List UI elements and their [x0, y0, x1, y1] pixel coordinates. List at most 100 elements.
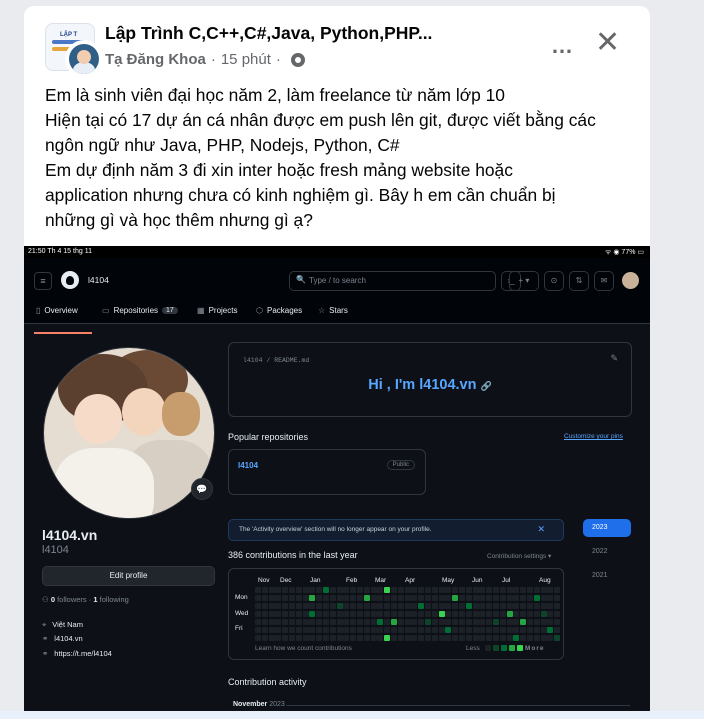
contribution-cell	[493, 635, 499, 641]
close-icon[interactable]: ✕	[595, 28, 620, 58]
contribution-cell	[336, 611, 343, 617]
contribution-cell	[391, 627, 397, 633]
contribution-cell	[275, 611, 282, 617]
contribution-cell	[452, 619, 459, 625]
group-name[interactable]: Lập Trình C,C++,C#,Java, Python,PHP...	[105, 23, 432, 44]
contribution-cell	[499, 587, 506, 593]
search-input: 🔍 Type / to search ›_	[289, 271, 521, 291]
contribution-cell	[465, 587, 472, 593]
contribution-cell	[520, 627, 527, 633]
contribution-cell	[527, 627, 533, 633]
contribution-cell	[445, 627, 452, 633]
contribution-cell	[533, 635, 540, 641]
readme-heading-text: Hi , I'm l4104.vn	[368, 377, 477, 393]
edit-pencil-icon: ✎	[610, 353, 618, 363]
repo-count-badge: 17	[162, 307, 178, 314]
contribution-cell	[472, 611, 479, 617]
contribution-cell	[404, 603, 411, 609]
month-label: Jan	[310, 577, 321, 584]
contribution-cell	[316, 635, 323, 641]
contribution-cell	[289, 627, 295, 633]
author-avatar[interactable]	[65, 40, 103, 78]
contribution-cell	[275, 587, 282, 593]
contribution-cell	[261, 603, 268, 609]
contribution-cell	[357, 627, 363, 633]
contribution-cell	[411, 635, 418, 641]
contribution-cell	[479, 603, 486, 609]
contribution-cell	[391, 611, 397, 617]
contribution-cell	[329, 619, 336, 625]
month-label: Nov	[258, 577, 270, 584]
contribution-cell	[418, 627, 425, 633]
activity-month: November 2023	[233, 701, 285, 708]
contribution-cell	[282, 619, 289, 625]
contribution-cell	[499, 635, 506, 641]
legend-cell	[501, 645, 507, 651]
contribution-cell	[384, 627, 391, 633]
post-time[interactable]: 15 phút	[221, 51, 271, 68]
month-label: Feb	[346, 577, 358, 584]
contribution-cell	[527, 595, 533, 601]
contribution-cell	[268, 635, 275, 641]
month-label: May	[442, 577, 455, 584]
contribution-cell	[295, 603, 302, 609]
contribution-cell	[404, 635, 411, 641]
contribution-cell	[336, 635, 343, 641]
contribution-cell	[472, 595, 479, 601]
contribution-cell	[350, 635, 357, 641]
contribution-cell	[336, 627, 343, 633]
contribution-cell	[323, 595, 329, 601]
more-options-icon[interactable]: …	[551, 33, 574, 59]
status-bar: 21:50 Th 4 15 thg 11 ᯤ ◉ 77% ▭	[24, 246, 650, 258]
github-header: ≡ l4104 🔍 Type / to search ›_ + ▾ ⊙ ⇅ ✉ …	[24, 258, 650, 334]
divider	[286, 705, 630, 706]
customize-pins-link: Customize your pins	[564, 433, 623, 440]
contribution-cell	[445, 619, 452, 625]
contribution-cell	[506, 587, 513, 593]
contribution-cell	[438, 627, 445, 633]
contribution-cell	[302, 611, 309, 617]
contribution-cell	[547, 627, 554, 633]
contribution-cell	[404, 627, 411, 633]
contribution-cell	[411, 603, 418, 609]
contribution-cell	[309, 627, 316, 633]
contribution-cell	[309, 603, 316, 609]
contribution-cell	[465, 635, 472, 641]
contribution-cell	[547, 603, 554, 609]
contribution-cell	[431, 603, 438, 609]
contribution-cell	[302, 587, 309, 593]
contribution-cell	[527, 603, 533, 609]
contribution-cell	[506, 635, 513, 641]
legend-cell	[509, 645, 515, 651]
tab-stars: ☆ Stars	[318, 306, 348, 315]
contribution-cell	[268, 603, 275, 609]
contribution-cell	[336, 603, 343, 609]
contribution-cell	[547, 587, 554, 593]
profile-name: l4104.vn	[42, 527, 98, 543]
contribution-cell	[479, 611, 486, 617]
contribution-cell	[282, 595, 289, 601]
github-screenshot[interactable]: 21:50 Th 4 15 thg 11 ᯤ ◉ 77% ▭ ≡ l4104 🔍…	[24, 246, 650, 719]
repo-name: l4104	[238, 461, 259, 470]
contribution-activity-title: Contribution activity	[228, 677, 307, 687]
day-label: Wed	[235, 610, 249, 617]
author-name[interactable]: Tạ Đăng Khoa	[105, 51, 206, 68]
contribution-cell	[336, 595, 343, 601]
contribution-cell	[540, 619, 547, 625]
contribution-cell	[506, 627, 513, 633]
month-label: Jul	[502, 577, 511, 584]
group-avatar[interactable]: LẬP T	[45, 23, 103, 79]
notice-close-icon: ✕	[537, 524, 545, 534]
contribution-cell	[493, 603, 499, 609]
contribution-cell	[459, 635, 465, 641]
activity-month-name: November	[233, 701, 268, 708]
contribution-cell	[425, 595, 431, 601]
telegram-link: https://t.me/l4104	[54, 649, 112, 658]
contribution-cell	[323, 627, 329, 633]
contribution-cell	[506, 611, 513, 617]
contribution-cell	[343, 619, 350, 625]
contribution-cell	[295, 587, 302, 593]
legend-cell	[485, 645, 491, 651]
contribution-cell	[411, 587, 418, 593]
contribution-cell	[506, 619, 513, 625]
